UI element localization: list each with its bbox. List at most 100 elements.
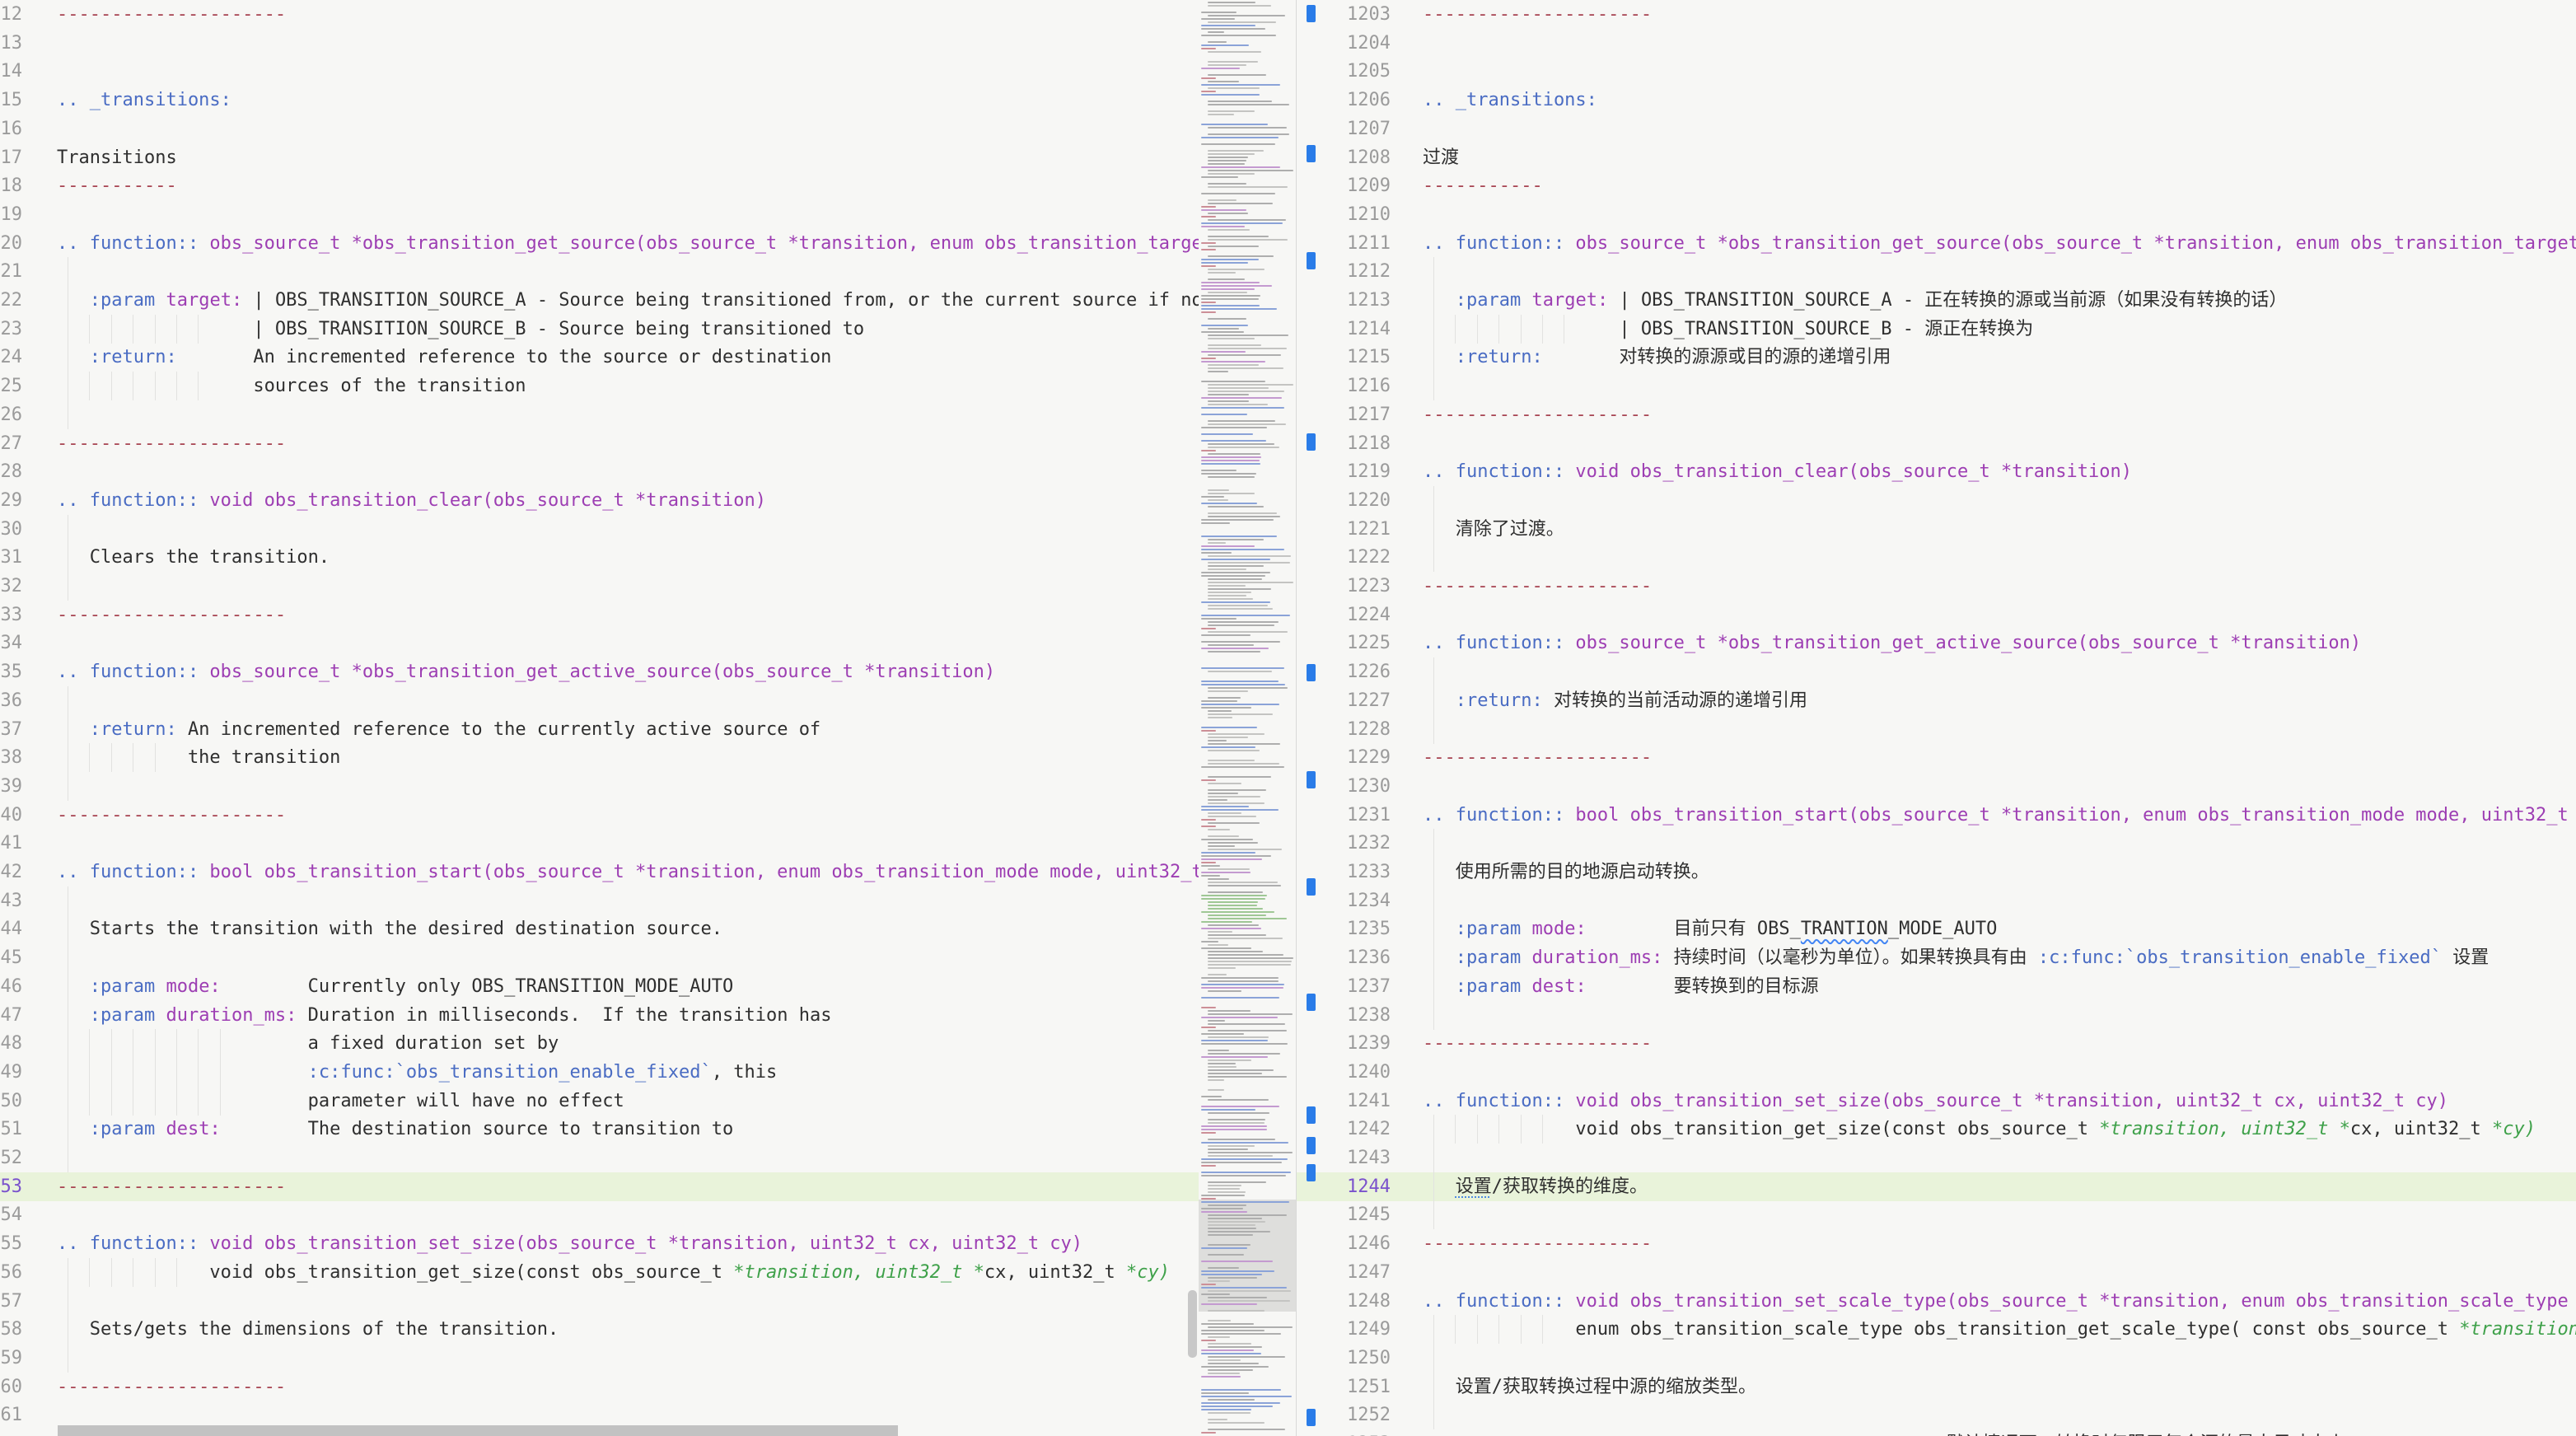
line-number[interactable]: 1236 [0,686,22,715]
line-number[interactable]: 1236 [1297,943,1391,972]
code-line[interactable]: 1236 [0,685,1199,715]
line-number[interactable]: 1253 [1297,1429,1391,1436]
line-number[interactable]: 1220 [0,229,22,258]
code-line[interactable]: 1259 [0,1343,1199,1373]
code-line[interactable]: 1216 [0,115,1199,143]
line-number[interactable]: 1223 [0,315,22,344]
line-number[interactable]: 1246 [1297,1229,1391,1258]
code-line[interactable]: 1209 ----------- [1297,171,2576,200]
code-line[interactable]: 1244 设置/获取转换的维度。 [1297,1172,2576,1201]
code-line[interactable]: 1213 :param target: | OBS_TRANSITION_SOU… [1297,286,2576,315]
diff-modified-marker[interactable] [1307,771,1316,788]
line-number[interactable]: 1252 [0,1144,22,1172]
code-line[interactable]: 1207 [1297,115,2576,143]
code-line[interactable]: 1219 .. function:: void obs_transition_cl… [1297,457,2576,486]
code-line[interactable]: 1248 a fixed duration set by [0,1029,1199,1059]
line-number[interactable]: 1241 [0,829,22,858]
line-number[interactable]: 1254 [0,1200,22,1229]
line-number[interactable]: 1247 [1297,1258,1391,1287]
line-number[interactable]: 1219 [1297,457,1391,486]
line-number[interactable]: 1251 [1297,1373,1391,1401]
code-line[interactable]: 1250 [1297,1343,2576,1373]
line-number[interactable]: 1240 [0,801,22,830]
code-line[interactable]: 1215 :return: 对转换的源源或目的源的递增引用 [1297,343,2576,372]
line-number[interactable]: 1229 [1297,743,1391,772]
code-line[interactable]: 1203 --------------------- [1297,0,2576,29]
code-line[interactable]: 1242 void obs_transition_get_size(const … [1297,1115,2576,1144]
code-line[interactable]: 1205 [1297,57,2576,86]
code-line[interactable]: 1225 sources of the transition [0,372,1199,401]
line-number[interactable]: 1238 [0,743,22,772]
code-line[interactable]: 1242 .. function:: bool obs_transition_st… [0,858,1199,886]
diff-modified-marker[interactable] [1307,878,1316,896]
line-number[interactable]: 1250 [1297,1344,1391,1373]
code-line[interactable]: 1215 .. _transitions: [0,86,1199,115]
line-number[interactable]: 1257 [0,1287,22,1316]
line-number[interactable]: 1223 [1297,572,1391,601]
code-line[interactable]: 1257 [0,1286,1199,1316]
line-number[interactable]: 1255 [0,1229,22,1258]
line-number[interactable]: 1212 [0,0,22,29]
line-number[interactable]: 1220 [1297,486,1391,515]
line-number[interactable]: 1256 [0,1258,22,1287]
code-line[interactable]: 1217 Transitions [0,143,1199,172]
diff-modified-marker[interactable] [1307,1164,1316,1181]
code-line[interactable]: 1238 the transition [0,743,1199,773]
line-number[interactable]: 1239 [0,772,22,801]
line-number[interactable]: 1249 [0,1058,22,1087]
line-number[interactable]: 1218 [0,171,22,200]
line-number[interactable]: 1206 [1297,86,1391,115]
diff-modified-marker[interactable] [1307,433,1316,451]
line-number[interactable]: 1231 [0,543,22,572]
editor-pane-english[interactable]: 1212 --------------------- 121312141215 .. … [0,0,1199,1436]
code-line[interactable]: 1221 清除了过渡。 [1297,514,2576,544]
code-line[interactable]: 1214 [0,57,1199,86]
line-number[interactable]: 1216 [0,115,22,143]
code-line[interactable]: 1241.. function:: void obs_transition_se… [1297,1087,2576,1116]
code-line[interactable]: 1224 :return: An incremented reference t… [0,343,1199,372]
code-line[interactable]: 1239 --------------------- [1297,1029,2576,1058]
code-line[interactable]: 1252 [0,1144,1199,1172]
code-line[interactable]: 1234 [0,629,1199,657]
line-number[interactable]: 1251 [0,1115,22,1144]
code-line[interactable]: 1210 [1297,200,2576,229]
line-number[interactable]: 1210 [1297,200,1391,229]
code-line[interactable]: 1235 .. function:: obs_source_t *obs_tran… [0,657,1199,686]
code-line[interactable]: 1221 [0,257,1199,287]
code-line[interactable]: 1233 --------------------- [0,601,1199,629]
code-line[interactable]: 1245 [0,943,1199,973]
code-line[interactable]: 1223 | OBS_TRANSITION_SOURCE_B - Source … [0,314,1199,344]
line-number[interactable]: 1232 [0,572,22,601]
code-line[interactable]: 1204 [1297,29,2576,58]
code-line[interactable]: 1218 [1297,429,2576,458]
code-line[interactable]: 1232 [1297,829,2576,858]
line-number[interactable]: 1234 [0,629,22,657]
minimap[interactable] [1199,0,1296,1436]
diff-modified-marker[interactable] [1307,1137,1316,1154]
code-line[interactable]: 1217 --------------------- [1297,400,2576,429]
code-line[interactable]: 1251 :param dest: The destination source… [0,1115,1199,1144]
line-number[interactable]: 1213 [0,29,22,58]
code-line[interactable]: 1213 [0,29,1199,58]
code-line[interactable]: 1235 :param mode: 目前只有 OBS_TRANTION_MODE… [1297,914,2576,944]
code-line[interactable]: 1240 --------------------- [0,801,1199,830]
code-line[interactable]: 1234 [1297,886,2576,915]
code-line[interactable]: 1212 [1297,257,2576,287]
code-line[interactable]: 1228 [1297,714,2576,744]
code-line[interactable]: 1256 void obs_transition_get_size(const … [0,1257,1199,1287]
code-line[interactable]: 1223 --------------------- [1297,572,2576,601]
code-line[interactable]: 1238 [1297,1000,2576,1030]
code-line[interactable]: 1243 [0,886,1199,915]
line-number[interactable]: 1226 [0,400,22,429]
line-number[interactable]: 1240 [1297,1058,1391,1087]
line-number[interactable]: 1205 [1297,57,1391,86]
line-number[interactable]: 1224 [0,343,22,372]
code-line[interactable]: 1236 :param duration_ms: 持续时间（以毫秒为单位）。如果… [1297,943,2576,973]
code-line[interactable]: 1222 [1297,543,2576,573]
code-line[interactable]: 1245 [1297,1200,2576,1230]
line-number[interactable]: 1231 [1297,801,1391,830]
line-number[interactable]: 1235 [1297,914,1391,943]
code-line[interactable]: 1252 [1297,1401,2576,1430]
code-line[interactable]: 1249 :c:func:`obs_transition_enable_fixe… [0,1057,1199,1087]
code-line[interactable]: 1219 [0,200,1199,229]
